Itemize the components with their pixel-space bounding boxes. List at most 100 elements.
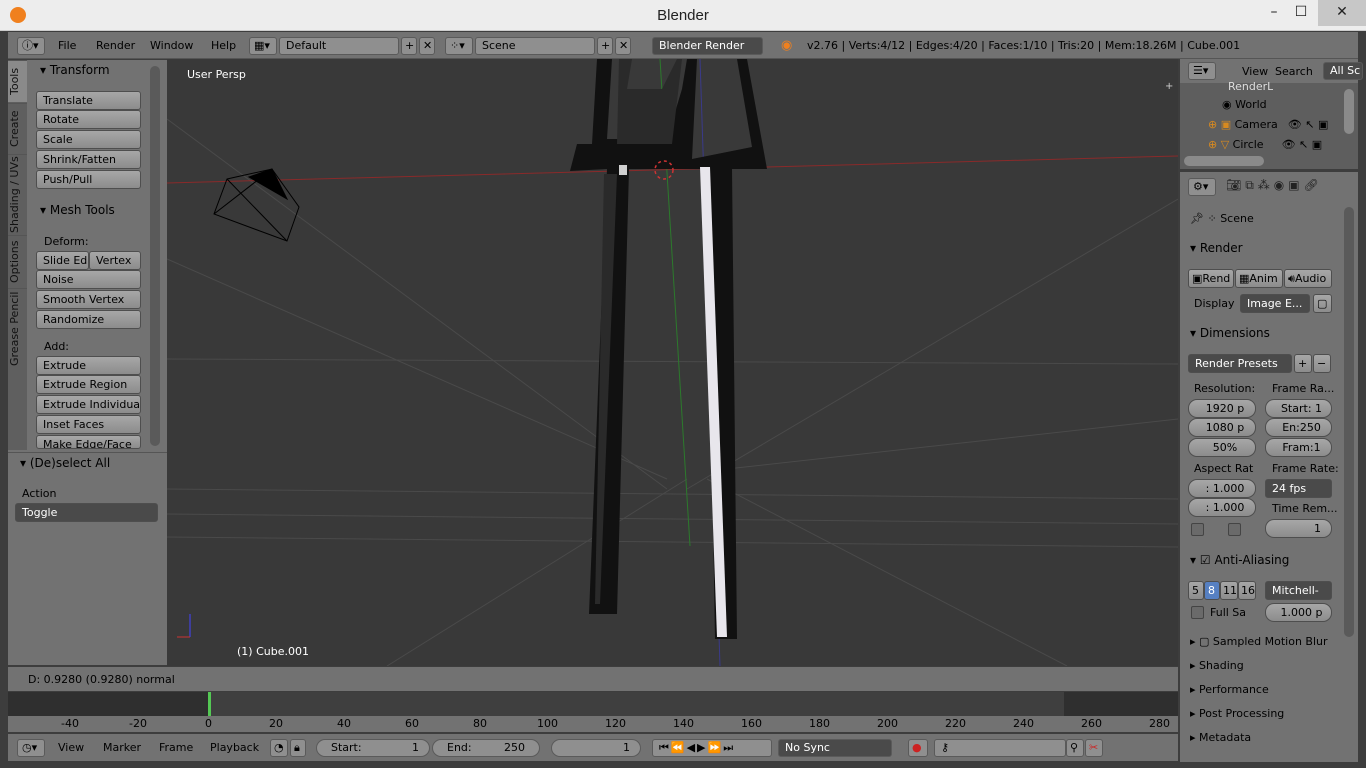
smooth-vertex-button[interactable]: Smooth Vertex [36,290,141,309]
action-select[interactable]: Toggle [15,503,158,522]
end-frame-field[interactable]: End: 250 [432,739,540,757]
dimensions-panel-header[interactable]: ▾ Dimensions [1190,326,1270,340]
start-frame-field[interactable]: Start: 1 [316,739,430,757]
scene-field[interactable]: Scene [475,37,595,55]
inset-faces-button[interactable]: Inset Faces [36,415,141,434]
shrink-fatten-button[interactable]: Shrink/Fatten [36,150,141,169]
render-button[interactable]: ▣Rend [1188,269,1234,288]
outliner-item-renderlayers[interactable]: RenderL [1228,80,1273,92]
render-engine-select[interactable]: Blender Render [652,37,763,55]
outliner-item-world[interactable]: ◉ World [1222,98,1267,111]
aa-samples-11[interactable]: 11 [1220,581,1238,600]
playback-controls[interactable]: ⏮⏪◀▶⏩⏭ [652,739,772,757]
visibility-icons[interactable]: 👁︎ ↖ ▣ [1288,118,1329,131]
aa-samples-16[interactable]: 16 [1238,581,1256,600]
remove-layout-icon[interactable]: ✕ [419,37,435,55]
collapsed-panel-performance[interactable]: ▸ Performance [1190,683,1269,696]
properties-scrollbar[interactable] [1344,207,1354,637]
resolution-x-field[interactable]: 1920 p [1188,399,1256,418]
tab-options[interactable]: Options [8,235,27,287]
outliner-item-circle[interactable]: ⊕ ▽ Circle 👁︎ ↖ ▣ [1208,138,1322,151]
translate-button[interactable]: Translate [36,91,141,110]
scene-icon[interactable]: ⁘▾ [445,37,473,55]
render-presets-select[interactable]: Render Presets [1188,354,1292,373]
anti-aliasing-panel-header[interactable]: ▾ ☑ Anti-Aliasing [1190,553,1289,567]
remove-scene-icon[interactable]: ✕ [615,37,631,55]
menu-marker[interactable]: Marker [103,741,141,754]
current-frame-field[interactable]: 1 [551,739,641,757]
noise-button[interactable]: Noise [36,270,141,289]
outliner-editor-icon[interactable]: ☰▾ [1188,62,1216,80]
outliner-display-select[interactable]: All Sc [1323,62,1363,80]
extrude-menu[interactable]: Extrude [36,356,141,375]
crop-checkbox[interactable] [1228,523,1241,536]
animation-button[interactable]: ▦Anim [1235,269,1283,288]
aspect-y-field[interactable]: : 1.000 [1188,498,1256,517]
current-frame-marker[interactable] [208,692,211,716]
layout-field[interactable]: Default [279,37,399,55]
insert-keyframe-icon[interactable]: ⚲ [1066,739,1084,757]
collapsed-panel-metadata[interactable]: ▸ Metadata [1190,731,1251,744]
border-checkbox[interactable] [1191,523,1204,536]
render-panel-header[interactable]: ▾ Render [1190,241,1243,255]
scale-button[interactable]: Scale [36,130,141,149]
lock-interface-icon[interactable]: ▢ [1313,294,1332,313]
outliner-view-menu[interactable]: View [1242,65,1268,78]
aspect-x-field[interactable]: : 1.000 [1188,479,1256,498]
randomize-button[interactable]: Randomize [36,310,141,329]
collapsed-panel-motion-blur[interactable]: ▸ ▢ Sampled Motion Blur [1190,635,1328,648]
resolution-percent-field[interactable]: 50% [1188,438,1256,457]
close-button[interactable]: ✕ [1318,0,1366,26]
layout-icon[interactable]: ▦▾ [249,37,277,55]
tab-grease-pencil[interactable]: Grease Pencil [8,288,27,368]
vertex-slide-button[interactable]: Vertex [89,251,141,270]
menu-window[interactable]: Window [150,39,193,52]
outliner-item-camera[interactable]: ⊕ ▣ Camera 👁︎ ↖ ▣ [1208,118,1328,131]
menu-file[interactable]: File [58,39,76,52]
aa-samples-8[interactable]: 8 [1204,581,1220,600]
outliner-vscrollbar[interactable] [1344,89,1354,134]
remove-preset-icon[interactable]: − [1313,354,1331,373]
mesh-object[interactable] [570,59,767,639]
delete-keyframe-icon[interactable]: ✂ [1085,739,1103,757]
add-preset-icon[interactable]: + [1294,354,1312,373]
tab-tools[interactable]: Tools [8,60,27,102]
transform-panel-header[interactable]: ▾ Transform [40,63,110,77]
add-layout-icon[interactable]: + [401,37,417,55]
push-pull-button[interactable]: Push/Pull [36,170,141,189]
timeline[interactable]: -40 -20 0 20 40 60 80 100 120 140 160 18… [8,692,1178,732]
properties-editor-icon[interactable]: ⚙▾ [1188,178,1216,196]
menu-help[interactable]: Help [211,39,236,52]
fps-select[interactable]: 24 fps [1265,479,1332,498]
visibility-icons[interactable]: 👁︎ ↖ ▣ [1282,138,1323,151]
time-remap-field[interactable]: 1 [1265,519,1332,538]
record-icon[interactable]: ● [908,739,928,757]
rotate-button[interactable]: Rotate [36,110,141,129]
add-scene-icon[interactable]: + [597,37,613,55]
pin-icon[interactable]: 📌︎ [1190,212,1207,225]
context-tabs[interactable]: 📷︎⧉⁂◉▣🔗︎ [1226,178,1356,196]
collapsed-panel-post-processing[interactable]: ▸ Post Processing [1190,707,1284,720]
extrude-individual-button[interactable]: Extrude Individual [36,395,141,414]
timeline-editor-icon[interactable]: ◷▾ [17,739,45,757]
menu-view[interactable]: View [58,741,84,754]
maximize-button[interactable]: ☐ [1281,0,1321,26]
make-edge-face-button[interactable]: Make Edge/Face [36,435,141,449]
slide-edge-button[interactable]: Slide Ed [36,251,89,270]
menu-playback[interactable]: Playback [210,741,259,754]
keyframe-icon[interactable]: ◔ [270,739,288,757]
audio-button[interactable]: 🔊︎Audio [1284,269,1332,288]
display-select[interactable]: Image E... [1240,294,1310,313]
resolution-y-field[interactable]: 1080 p [1188,418,1256,437]
frame-start-field[interactable]: Start: 1 [1265,399,1332,418]
extrude-region-button[interactable]: Extrude Region [36,375,141,394]
3d-viewport[interactable]: User Persp (1) Cube.001 + [167,59,1178,666]
operator-panel-header[interactable]: ▾ (De)select All [20,456,110,470]
keying-set-field[interactable]: ⚷ [934,739,1066,757]
filter-size-field[interactable]: 1.000 p [1265,603,1332,622]
outliner-search-menu[interactable]: Search [1275,65,1313,78]
sync-select[interactable]: No Sync [778,739,892,757]
aa-filter-select[interactable]: Mitchell- [1265,581,1332,600]
outliner-hscrollbar[interactable] [1184,156,1264,166]
anti-aliasing-checkbox[interactable]: ☑ [1200,553,1211,567]
